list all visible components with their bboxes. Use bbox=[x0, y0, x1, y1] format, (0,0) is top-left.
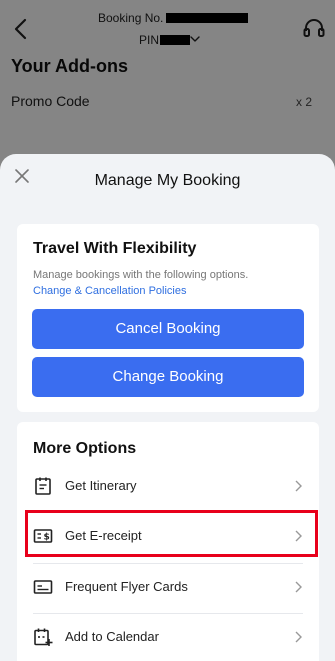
option-get-itinerary[interactable]: Get Itinerary bbox=[17, 462, 319, 512]
chevron-right-icon bbox=[295, 480, 302, 492]
flexibility-card: Travel With Flexibility Manage bookings … bbox=[17, 224, 319, 412]
e-receipt-highlight-box bbox=[25, 510, 318, 557]
flexibility-subtitle: Manage bookings with the following optio… bbox=[33, 269, 249, 281]
manage-booking-sheet: Manage My Booking Travel With Flexibilit… bbox=[0, 154, 335, 661]
chevron-right-icon bbox=[295, 581, 302, 593]
chevron-right-icon bbox=[295, 631, 302, 643]
itinerary-icon bbox=[35, 477, 51, 495]
option-label: Frequent Flyer Cards bbox=[65, 579, 188, 594]
sheet-title: Manage My Booking bbox=[94, 172, 241, 189]
policies-link[interactable]: Change & Cancellation Policies bbox=[33, 285, 186, 297]
option-label: Add to Calendar bbox=[65, 629, 159, 644]
cancel-booking-button[interactable]: Cancel Booking bbox=[32, 309, 304, 349]
more-options-title: More Options bbox=[33, 440, 137, 457]
option-frequent-flyer-cards[interactable]: Frequent Flyer Cards bbox=[17, 563, 319, 613]
option-label: Get Itinerary bbox=[65, 478, 137, 493]
calendar-add-icon bbox=[34, 628, 53, 646]
flexibility-title: Travel With Flexibility bbox=[33, 240, 197, 257]
card-icon bbox=[33, 580, 53, 594]
option-add-to-calendar[interactable]: Add to Calendar bbox=[17, 613, 319, 661]
change-booking-button[interactable]: Change Booking bbox=[32, 357, 304, 397]
